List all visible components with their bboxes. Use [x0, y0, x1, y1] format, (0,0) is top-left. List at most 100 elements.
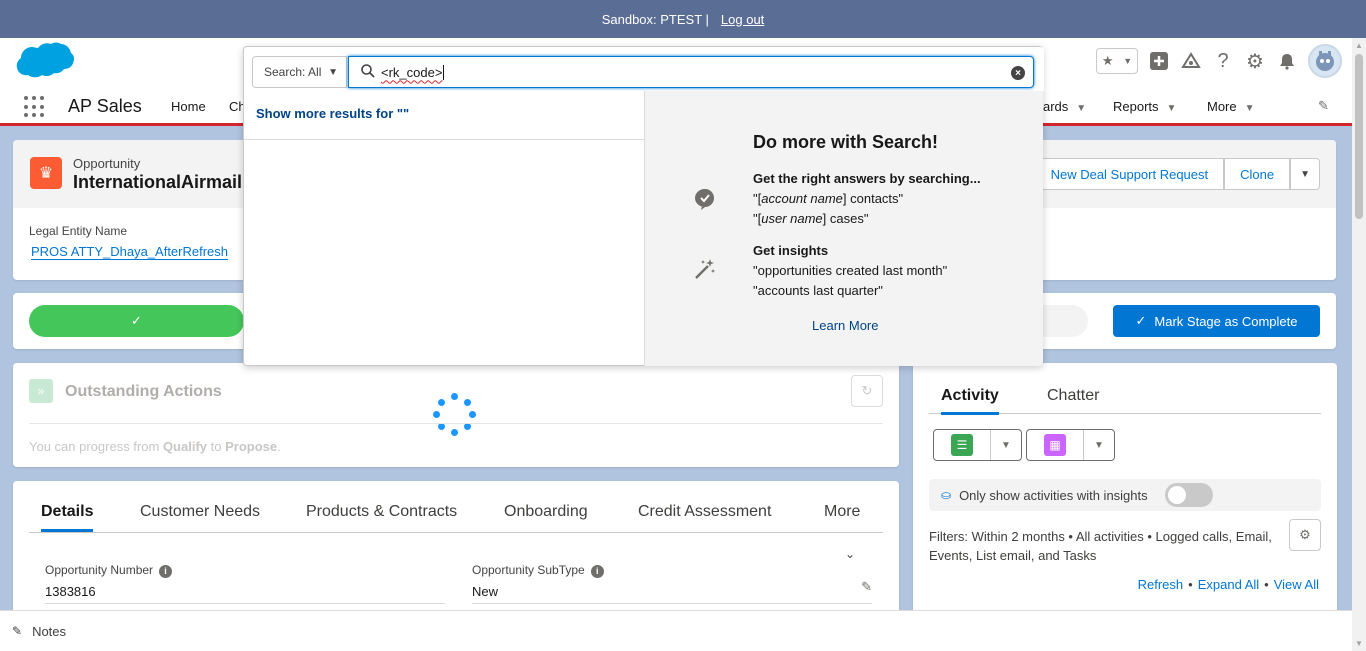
new-event-button[interactable]: ▦: [1027, 430, 1084, 460]
chevron-down-icon: ▼: [328, 66, 338, 78]
nav-item-reports[interactable]: Reports ▼: [1113, 99, 1176, 114]
info-icon[interactable]: i: [159, 565, 173, 578]
edit-pencil-icon[interactable]: ✎: [861, 579, 872, 595]
tab-credit-assessment[interactable]: Credit Assessment: [638, 503, 771, 521]
tab-customer-needs[interactable]: Customer Needs: [140, 503, 260, 521]
nav-item-label: ards: [1043, 99, 1069, 114]
tab-onboarding[interactable]: Onboarding: [504, 503, 588, 521]
clear-search-icon[interactable]: ×: [1011, 66, 1025, 80]
tab-more[interactable]: More: [824, 503, 860, 521]
sandbox-banner: Sandbox: PTEST | Log out: [0, 0, 1366, 38]
refresh-link[interactable]: Refresh: [1138, 577, 1184, 592]
app-launcher-icon[interactable]: [24, 96, 46, 118]
magic-wand-icon: [695, 259, 715, 279]
global-search-dropdown: Search: All ▼ <rk_code> × Show more resu…: [243, 46, 1044, 366]
separator-dot: •: [1188, 577, 1193, 592]
chevron-down-icon[interactable]: ▼: [1076, 103, 1086, 114]
nav-item-home[interactable]: Home: [171, 99, 206, 114]
tab-chatter[interactable]: Chatter: [1047, 387, 1099, 405]
opportunity-number-field: Opportunity Number i 1383816: [45, 563, 445, 604]
tip-line: "[account name] contacts": [753, 191, 904, 206]
scroll-thumb[interactable]: [1355, 54, 1363, 219]
tab-details[interactable]: Details: [41, 503, 94, 532]
search-scope-select[interactable]: Search: All ▼: [252, 56, 347, 88]
search-bar: Search: All ▼ <rk_code> ×: [244, 47, 1044, 91]
search-input[interactable]: <rk_code> ×: [348, 56, 1034, 88]
chevron-down-icon[interactable]: ▼: [1123, 56, 1132, 66]
app-name: AP Sales: [68, 96, 142, 116]
refresh-icon[interactable]: ↻: [851, 375, 883, 407]
caret-down-icon[interactable]: ▼: [1245, 103, 1255, 114]
mark-stage-complete-label: Mark Stage as Complete: [1154, 313, 1298, 329]
mark-stage-complete-button[interactable]: ✓ Mark Stage as Complete: [1113, 305, 1320, 337]
record-name: InternationalAirmail: [73, 172, 243, 192]
new-event-button-group: ▦ ▼: [1026, 429, 1115, 461]
page-scrollbar[interactable]: ▲ ▼: [1352, 38, 1366, 651]
show-more-results-link[interactable]: Show more results for "": [256, 106, 409, 121]
path-step-completed[interactable]: ✓: [29, 305, 244, 337]
trailhead-icon[interactable]: [1180, 50, 1202, 72]
calendar-icon: ▦: [1044, 434, 1066, 456]
chevron-down-icon[interactable]: ⌄: [845, 547, 855, 561]
divider: [244, 139, 644, 140]
help-icon[interactable]: ?: [1212, 50, 1234, 72]
info-icon[interactable]: i: [590, 565, 604, 578]
edit-nav-pencil-icon[interactable]: ✎: [1318, 98, 1329, 114]
outstanding-actions-title: Outstanding Actions: [65, 383, 222, 400]
insights-filter: ⛀ Only show activities with insights: [929, 479, 1321, 511]
scroll-up-arrow-icon[interactable]: ▲: [1355, 41, 1363, 50]
expand-all-link[interactable]: Expand All: [1198, 577, 1259, 592]
opportunity-number-label: Opportunity Number: [45, 563, 154, 577]
search-tip-insights: Get insights "opportunities created last…: [753, 241, 947, 301]
nav-item-more[interactable]: More ▼: [1207, 99, 1255, 114]
info-prefix: You can progress from: [29, 439, 163, 454]
new-deal-support-request-button[interactable]: New Deal Support Request: [1034, 158, 1225, 190]
tip-line: "accounts last quarter": [753, 283, 883, 298]
search-tip-answers: Get the right answers by searching... "[…: [753, 169, 981, 229]
scroll-down-arrow-icon[interactable]: ▼: [1355, 639, 1363, 648]
outstanding-actions-card: » Outstanding Actions ↻ You can progress…: [13, 363, 899, 467]
insights-toggle[interactable]: [1165, 483, 1213, 507]
tip-rest: ] cases": [822, 211, 869, 226]
salesforce-logo-icon[interactable]: [14, 42, 74, 84]
record-tabs-card: Details Customer Needs Products & Contra…: [13, 481, 899, 621]
new-task-button[interactable]: ☰: [934, 430, 991, 460]
opportunity-crown-icon: ♛: [30, 157, 62, 189]
tip-italic: user name: [761, 211, 823, 226]
view-all-link[interactable]: View All: [1274, 577, 1319, 592]
activity-panel: Activity Chatter ☰ ▼ ▦ ▼ ⛀ Only show act…: [913, 363, 1337, 623]
task-list-icon: ☰: [951, 434, 973, 456]
checkmark-icon: ✓: [131, 313, 142, 328]
notifications-bell-icon[interactable]: [1276, 50, 1298, 72]
activity-tabbar: Activity Chatter: [929, 375, 1321, 415]
info-mid: to: [207, 439, 226, 454]
text-caret: [443, 64, 445, 80]
setup-gear-icon[interactable]: ⚙: [1244, 50, 1266, 73]
clone-button[interactable]: Clone: [1224, 158, 1291, 190]
logout-link[interactable]: Log out: [721, 12, 764, 27]
star-icon[interactable]: ★: [1102, 53, 1114, 69]
tab-activity[interactable]: Activity: [941, 387, 999, 415]
tab-products-contracts[interactable]: Products & Contracts: [306, 503, 457, 521]
notes-icon[interactable]: ✎: [12, 624, 22, 638]
global-actions-icon[interactable]: [1148, 50, 1170, 72]
search-results-column: Show more results for "": [244, 91, 644, 366]
tip-heading: Get the right answers by searching...: [753, 171, 981, 186]
user-avatar[interactable]: [1308, 44, 1342, 78]
record-tabbar: Details Customer Needs Products & Contra…: [29, 493, 883, 533]
legal-entity-link[interactable]: PROS ATTY_Dhaya_AfterRefresh: [31, 244, 229, 260]
insights-bot-icon: ⛀: [941, 488, 952, 502]
chevron-down-icon[interactable]: ▼: [1167, 103, 1177, 114]
chevron-down-icon[interactable]: ▼: [991, 430, 1021, 460]
favorites-button[interactable]: ★ ▼: [1096, 48, 1138, 74]
learn-more-link[interactable]: Learn More: [812, 318, 878, 333]
insights-label: Only show activities with insights: [959, 487, 1148, 503]
notes-utility-item[interactable]: Notes: [32, 624, 66, 639]
stage-progress-info: You can progress from Qualify to Propose…: [29, 439, 281, 454]
chevron-down-icon[interactable]: ▼: [1084, 430, 1114, 460]
opportunity-subtype-field: Opportunity SubType i New ✎: [472, 563, 872, 604]
more-actions-chevron-icon[interactable]: ▼: [1290, 158, 1320, 190]
nav-item-dashboards[interactable]: ards ▼: [1043, 99, 1086, 114]
filter-settings-gear-icon[interactable]: ⚙: [1289, 519, 1321, 551]
search-icon: [361, 64, 375, 78]
